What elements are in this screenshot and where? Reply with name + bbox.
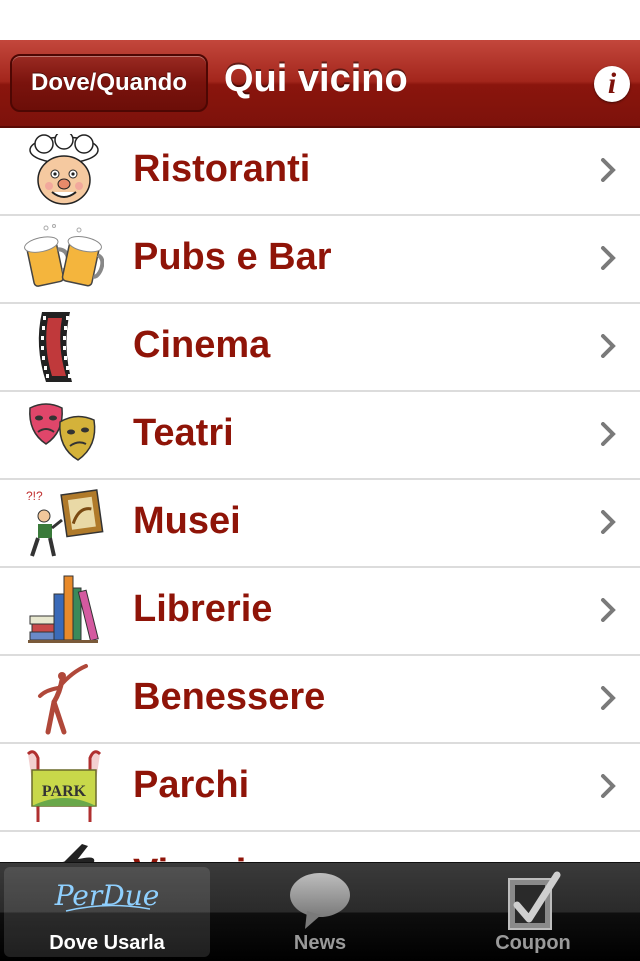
list-item-cinema[interactable]: Cinema bbox=[0, 304, 640, 392]
chevron-right-icon bbox=[601, 422, 616, 446]
tab-label: Dove Usarla bbox=[49, 932, 165, 954]
list-item-label: Cinema bbox=[133, 324, 271, 366]
tab-coupon[interactable]: Coupon bbox=[430, 867, 636, 957]
navigation-bar: Dove/Quando Qui vicino bbox=[0, 40, 640, 128]
list-item-label: Viaggi bbox=[133, 852, 246, 862]
perdue-logo: PerDue bbox=[54, 879, 160, 912]
page-title: Qui vicino bbox=[224, 58, 408, 100]
list-item-label: Pubs e Bar bbox=[133, 236, 332, 278]
tab-label: Coupon bbox=[495, 932, 571, 954]
dancer-icon bbox=[38, 664, 88, 735]
park-sign-icon: PARK bbox=[26, 750, 102, 822]
svg-text:PerDue: PerDue bbox=[54, 879, 160, 912]
list-item-benessere[interactable]: Benessere bbox=[0, 656, 640, 744]
svg-text:PARK: PARK bbox=[42, 783, 87, 800]
speech-bubble-icon bbox=[290, 873, 350, 929]
tab-news[interactable]: News bbox=[217, 867, 423, 957]
info-button[interactable]: i bbox=[594, 66, 630, 102]
chevron-right-icon bbox=[601, 334, 616, 358]
tab-label: News bbox=[293, 932, 347, 954]
list-item-label: Librerie bbox=[133, 588, 273, 630]
beer-mugs-icon bbox=[24, 224, 104, 287]
list-item-ristoranti[interactable]: Ristoranti bbox=[0, 128, 640, 216]
chevron-right-icon bbox=[601, 246, 616, 270]
list-item-teatri[interactable]: Teatri bbox=[0, 392, 640, 480]
category-list: Ristoranti Pubs e Bar Cinema Teatri ?!? … bbox=[0, 128, 640, 862]
chevron-right-icon bbox=[601, 686, 616, 710]
list-item-viaggi[interactable]: Viaggi bbox=[0, 832, 640, 862]
chevron-right-icon bbox=[601, 598, 616, 622]
tab-bar: PerDue Dove Usarla News Coupon bbox=[0, 862, 640, 961]
status-bar bbox=[0, 0, 640, 40]
chevron-right-icon bbox=[601, 510, 616, 534]
list-item-pubs-e-bar[interactable]: Pubs e Bar bbox=[0, 216, 640, 304]
svg-text:?!?: ?!? bbox=[26, 489, 43, 503]
dove-quando-button[interactable]: Dove/Quando bbox=[10, 54, 208, 112]
list-item-label: Musei bbox=[133, 500, 241, 542]
film-strip-icon bbox=[38, 312, 72, 382]
list-item-musei[interactable]: ?!? Musei bbox=[0, 480, 640, 568]
airplane-icon bbox=[62, 844, 95, 862]
list-item-label: Ristoranti bbox=[133, 148, 311, 190]
books-icon bbox=[28, 575, 99, 643]
theater-masks-icon bbox=[29, 403, 96, 461]
list-item-label: Parchi bbox=[133, 764, 250, 806]
museum-painting-icon: ?!? bbox=[26, 489, 104, 557]
list-item-label: Benessere bbox=[133, 676, 326, 718]
chef-icon bbox=[29, 134, 99, 205]
chevron-right-icon bbox=[601, 158, 616, 182]
list-item-librerie[interactable]: Librerie bbox=[0, 568, 640, 656]
checkbox-check-icon bbox=[508, 871, 561, 930]
list-item-parchi[interactable]: PARK Parchi bbox=[0, 744, 640, 832]
list-item-label: Teatri bbox=[133, 412, 234, 454]
info-icon: i bbox=[607, 67, 617, 100]
chevron-right-icon bbox=[601, 774, 616, 798]
tab-dove-usarla[interactable]: PerDue Dove Usarla bbox=[4, 867, 210, 957]
